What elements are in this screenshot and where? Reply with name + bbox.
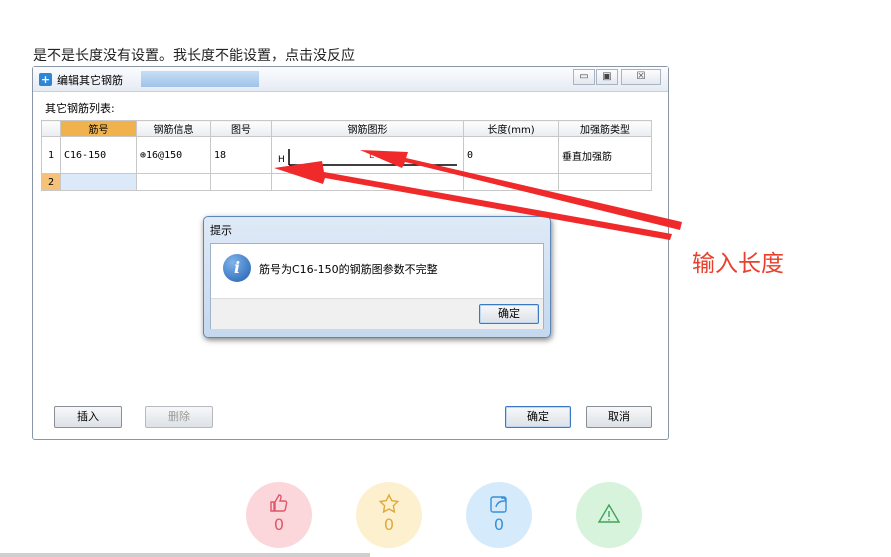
like-button[interactable]: 0 [246,482,312,548]
arrow-to-shape-cell [274,161,672,240]
favorite-count: 0 [383,515,395,534]
annotation-label: 输入长度 [692,251,784,277]
bottom-scrollbar[interactable] [0,553,370,557]
favorite-button[interactable]: 0 [356,482,422,548]
share-count: 0 [493,515,505,534]
share-icon [490,496,507,513]
share-button[interactable]: 0 [466,482,532,548]
thumbs-up-icon [270,494,288,512]
annotation-arrows [274,150,682,240]
star-icon [378,493,400,514]
report-button[interactable] [576,482,642,548]
like-count: 0 [273,515,285,534]
warning-icon [597,503,621,523]
